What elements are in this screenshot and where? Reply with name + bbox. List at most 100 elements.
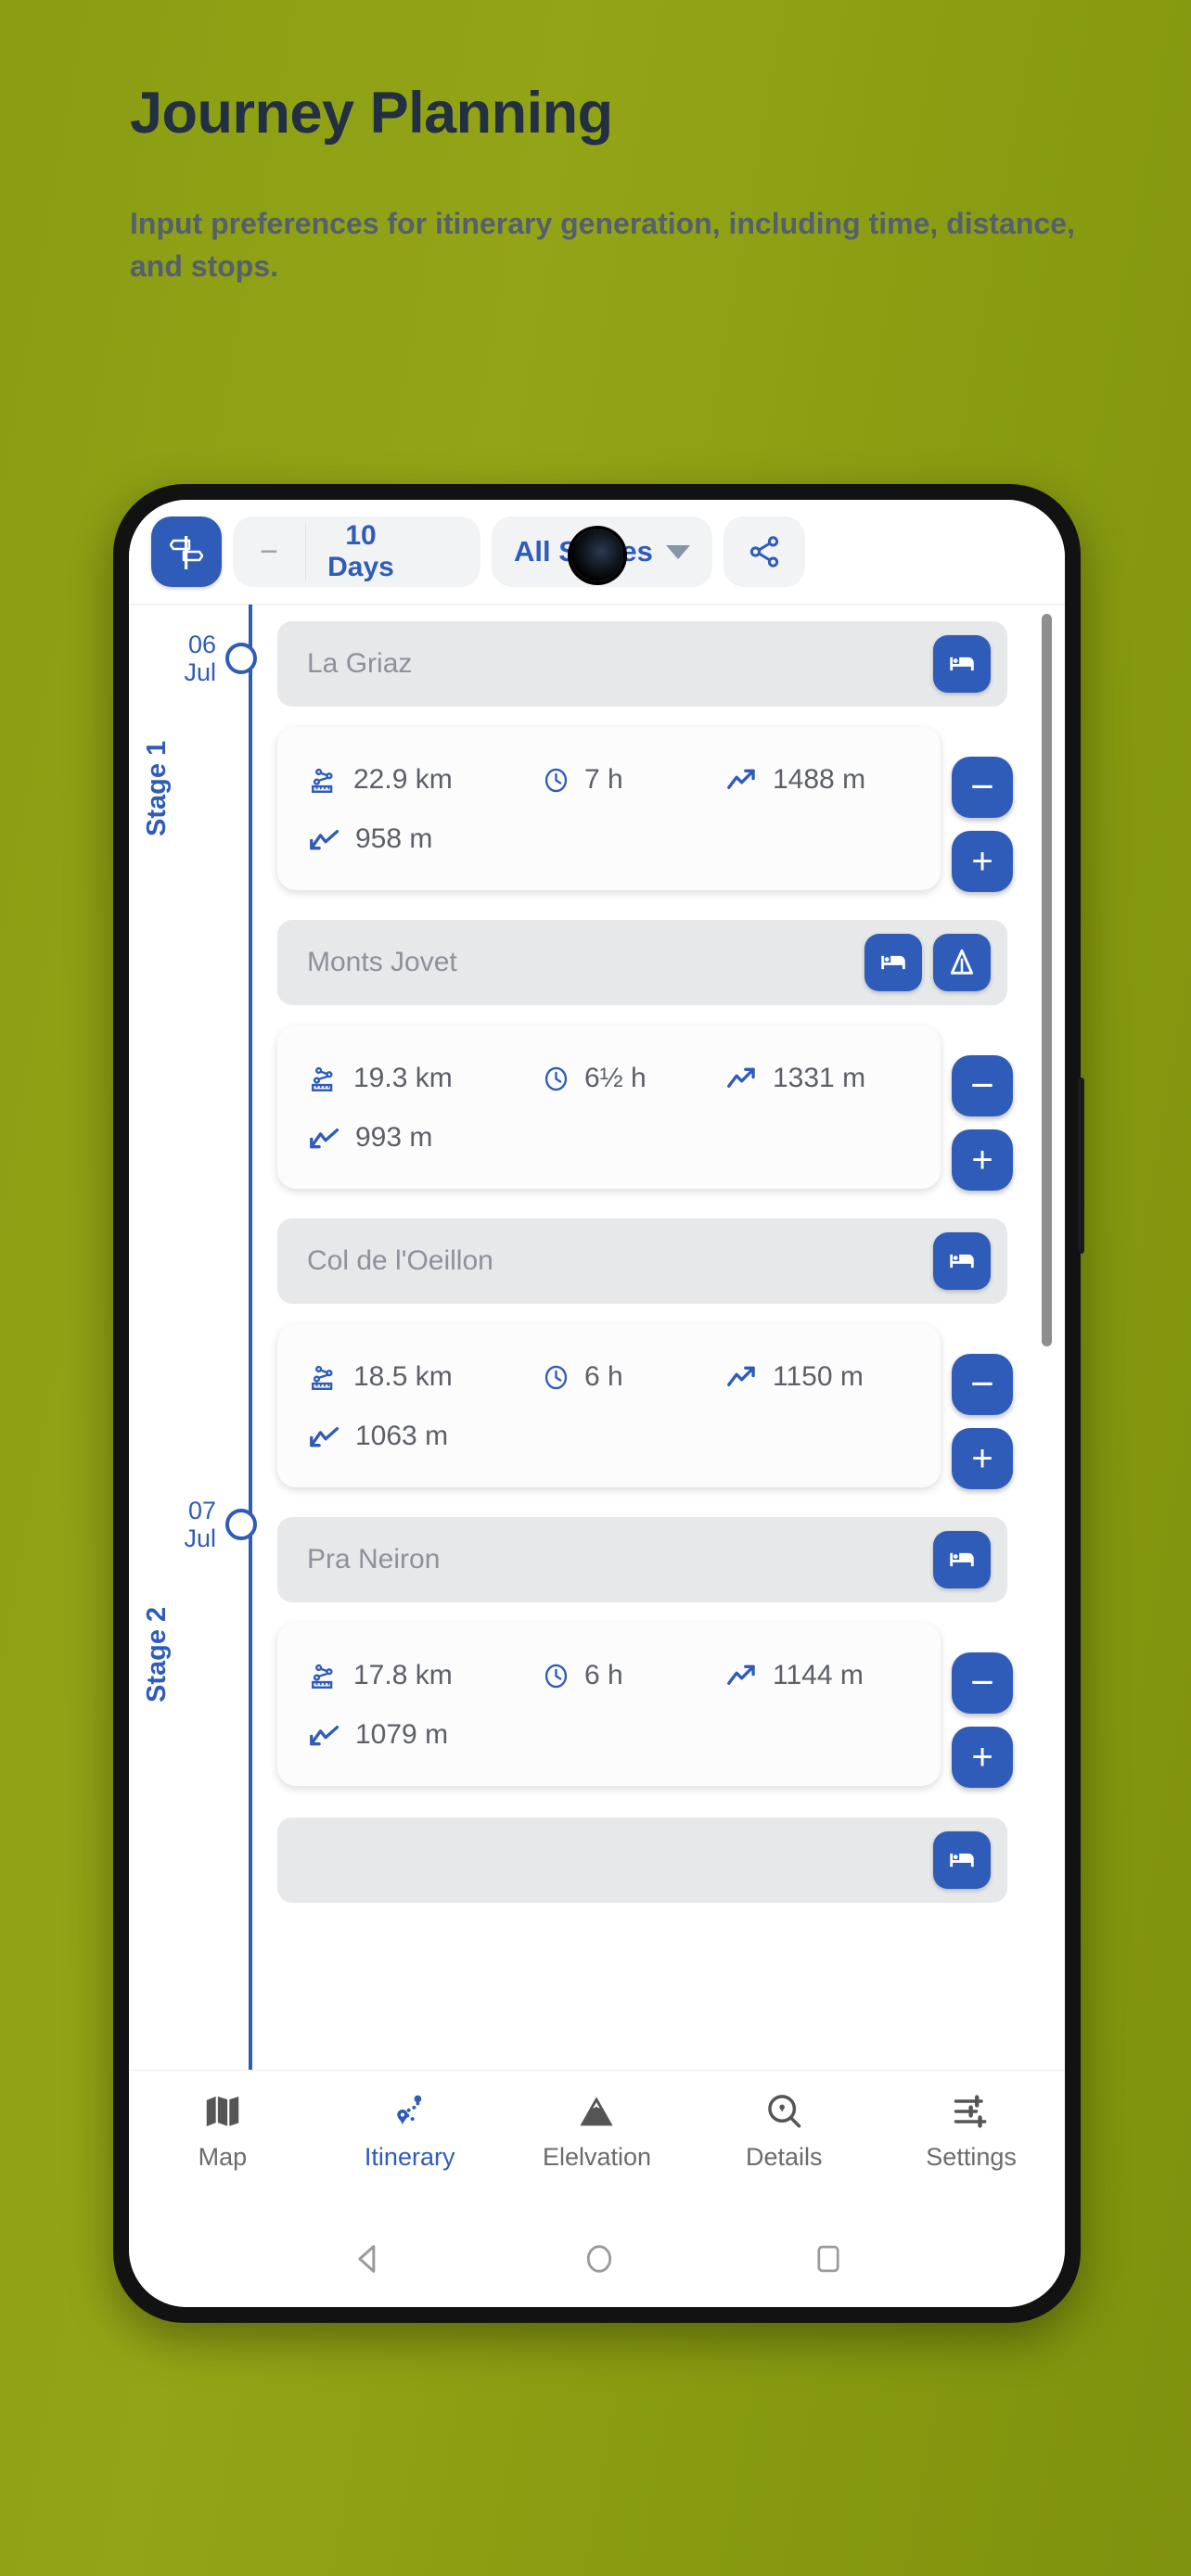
clock-icon [544,1365,568,1389]
stage-stats: 19.3 km 6½ h 1331 m 993 m − + [277,1026,1013,1191]
stage-stats-card[interactable]: 19.3 km 6½ h 1331 m 993 m [277,1026,941,1189]
nav-tab-settings[interactable]: Settings [877,2091,1065,2172]
distance-value: 19.3 km [353,1063,453,1093]
add-stage-button[interactable]: + [952,831,1013,892]
stage-adjust-buttons: − + [952,1652,1013,1788]
share-button[interactable] [723,516,805,587]
lodging-actions [933,1831,991,1889]
destination-name: Monts Jovet [307,947,457,977]
camera-punch-hole-icon [570,529,623,581]
bed-button[interactable] [864,934,922,991]
bed-button[interactable] [933,635,991,693]
stats-row: 17.8 km 6 h 1144 m [309,1660,909,1691]
mountain-icon [580,2097,614,2126]
arrow-up-trend-icon [727,1664,755,1685]
tent-icon [950,949,974,975]
android-system-bar [129,2211,1065,2307]
days-decrease-button[interactable]: − [233,516,305,587]
descent-value: 1063 m [355,1421,449,1451]
destination-row[interactable] [277,1817,1007,1903]
stat-descent: 1063 m [309,1421,448,1452]
remove-stage-button[interactable]: − [952,1055,1013,1116]
destination-row[interactable]: Pra Neiron [277,1517,1007,1602]
days-unit: Days [327,552,394,582]
destination-row[interactable]: Col de l'Oeillon [277,1218,1007,1304]
destination-name: Col de l'Oeillon [307,1245,493,1276]
nav-tab-elevation[interactable]: Elelvation [504,2091,691,2172]
remove-stage-button[interactable]: − [952,1354,1013,1415]
home-circle-icon[interactable] [582,2241,617,2276]
nav-tab-details[interactable]: Details [690,2091,877,2172]
destination-name: Pra Neiron [307,1544,441,1575]
destination-row[interactable]: Monts Jovet [277,920,1007,1005]
bottom-navigation: Map Itinerary Elelvation Details Setting… [129,2070,1065,2211]
descent-value: 1079 m [355,1719,449,1750]
stats-row: 18.5 km 6 h 1150 m [309,1361,909,1393]
back-triangle-icon[interactable] [350,2240,387,2277]
add-stage-button[interactable]: + [952,1428,1013,1489]
ascent-value: 1144 m [773,1660,864,1690]
time-value: 6½ h [584,1063,647,1093]
stage-stats: 17.8 km 6 h 1144 m 1079 m − + [277,1623,1013,1788]
days-count: 10 [345,520,377,552]
add-stage-button[interactable]: + [952,1727,1013,1788]
page-title: Journey Planning [130,81,613,146]
stage-block-partial: 10 [129,1786,1065,1903]
bed-button[interactable] [933,1831,991,1889]
lodging-actions [933,635,991,693]
descent-value: 993 m [355,1122,433,1153]
remove-stage-button[interactable]: − [952,1652,1013,1714]
tent-button[interactable] [933,934,991,991]
slide-header: Journey Planning Input preferences for i… [130,81,1113,287]
days-increase-slot[interactable] [416,516,480,587]
stat-time: 6 h [541,1361,726,1393]
share-icon [749,536,779,567]
time-value: 7 h [584,764,623,795]
lodging-actions [933,1232,991,1290]
clock-icon [544,1664,568,1688]
page-subtitle: Input preferences for itinerary generati… [130,207,1075,283]
stat-descent: 958 m [309,823,432,855]
stage-stats: 18.5 km 6 h 1150 m 1063 m − + [277,1324,1013,1489]
distance-value: 18.5 km [353,1361,453,1392]
destination-row[interactable]: La Griaz [277,621,1007,707]
add-stage-button[interactable]: + [952,1129,1013,1191]
stats-row: 19.3 km 6½ h 1331 m [309,1063,909,1094]
bed-icon [950,1853,974,1868]
stage-adjust-buttons: − + [952,757,1013,892]
stat-distance: 17.8 km [309,1660,541,1691]
bed-button[interactable] [933,1232,991,1290]
stat-distance: 19.3 km [309,1063,541,1094]
stat-ascent: 1144 m [726,1660,864,1691]
stat-ascent: 1488 m [726,764,865,796]
stage-adjust-buttons: − + [952,1055,1013,1191]
stat-ascent: 1150 m [726,1361,864,1393]
stat-descent: 1079 m [309,1719,448,1751]
lodging-actions [933,1531,991,1588]
stat-distance: 18.5 km [309,1361,541,1393]
recents-square-icon[interactable] [812,2242,845,2276]
stage-block: 06 Jul La Griaz Stage 1 22.9 km 7 h 1488… [129,605,1065,892]
ascent-value: 1488 m [773,764,866,795]
itinerary-list[interactable]: 06 Jul La Griaz Stage 1 22.9 km 7 h 1488… [129,605,1065,2070]
timeline-node-icon [225,643,257,675]
signpost-button[interactable] [151,516,222,587]
bed-icon [950,657,974,671]
nav-tab-map[interactable]: Map [129,2091,316,2172]
stage-stats-card[interactable]: 17.8 km 6 h 1144 m 1079 m [277,1623,941,1786]
chevron-down-icon [665,544,690,559]
stats-row: 993 m [309,1122,909,1154]
stage-block: 09 Jul Pra Neiron [129,1487,1065,1788]
nav-label: Map [198,2143,248,2171]
stats-row: 1063 m [309,1421,909,1452]
remove-stage-button[interactable]: − [952,757,1013,818]
stat-distance: 22.9 km [309,764,541,796]
stage-stats-card[interactable]: 18.5 km 6 h 1150 m 1063 m [277,1324,941,1487]
bed-button[interactable] [933,1531,991,1588]
phone-device-frame: − 10 Days All Stages [113,484,1084,2323]
arrow-down-trend-icon [310,1427,339,1447]
nav-tab-itinerary[interactable]: Itinerary [316,2091,504,2172]
stage-stats-card[interactable]: 22.9 km 7 h 1488 m 958 m [277,727,941,890]
destination-name: La Griaz [307,648,413,679]
descent-value: 958 m [355,823,433,854]
